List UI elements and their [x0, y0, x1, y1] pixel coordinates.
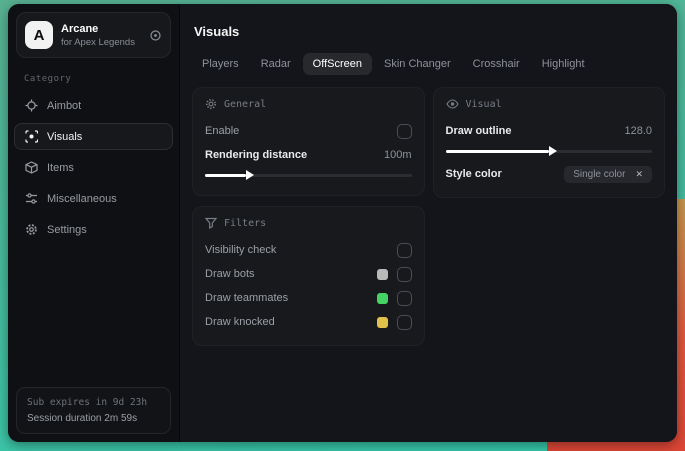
tab-bar: Players Radar OffScreen Skin Changer Cro…: [192, 53, 665, 75]
style-color-dropdown[interactable]: Single color ✕: [564, 165, 652, 183]
draw-outline-label: Draw outline: [445, 125, 512, 137]
style-color-selected-value: Single color: [573, 168, 626, 180]
app-window: A Arcane for Apex Legends Category Aimbo…: [8, 4, 677, 442]
sidebar-item-label: Aimbot: [47, 99, 82, 112]
slider-fill: [205, 170, 255, 180]
draw-teammates-label: Draw teammates: [205, 292, 289, 304]
right-column: Visual Draw outline 128.0 Style color Si…: [432, 87, 665, 198]
main-content: Visuals Players Radar OffScreen Skin Cha…: [180, 4, 677, 442]
general-panel: General Enable Rendering distance 100m: [192, 87, 425, 196]
sidebar-item-label: Items: [47, 161, 74, 174]
app-logo: A: [25, 21, 53, 49]
page-title: Visuals: [194, 24, 240, 39]
eye-icon: [445, 99, 459, 109]
funnel-icon: [205, 217, 217, 229]
box-icon: [25, 161, 38, 174]
sidebar-item-label: Settings: [47, 223, 87, 236]
enable-row: Enable: [205, 120, 412, 142]
draw-knocked-row: Draw knocked: [205, 311, 412, 333]
sidebar-item-visuals[interactable]: Visuals: [14, 123, 173, 150]
panels-area: General Enable Rendering distance 100m F…: [192, 87, 665, 346]
style-color-label: Style color: [445, 168, 502, 180]
general-panel-header: General: [205, 98, 412, 110]
app-title-block: Arcane for Apex Legends: [61, 22, 135, 47]
app-subtitle: for Apex Legends: [61, 36, 135, 48]
tab-highlight[interactable]: Highlight: [532, 53, 595, 75]
left-column: General Enable Rendering distance 100m F…: [192, 87, 425, 346]
sliders-icon: [25, 192, 38, 205]
draw-bots-label: Draw bots: [205, 268, 255, 280]
enable-checkbox[interactable]: [396, 123, 412, 139]
tab-radar[interactable]: Radar: [251, 53, 301, 75]
draw-knocked-color-swatch[interactable]: [376, 316, 388, 328]
close-icon[interactable]: ✕: [635, 169, 643, 180]
sidebar-item-items[interactable]: Items: [14, 154, 173, 181]
visibility-check-checkbox[interactable]: [396, 242, 412, 258]
category-label: Category: [24, 74, 72, 84]
gear-icon: [25, 223, 38, 236]
rendering-distance-slider[interactable]: [205, 169, 412, 181]
eye-scan-icon: [25, 130, 38, 143]
sidebar-item-settings[interactable]: Settings: [14, 216, 173, 243]
filters-panel-title: Filters: [224, 217, 267, 229]
draw-outline-slider[interactable]: [445, 145, 652, 157]
draw-knocked-checkbox[interactable]: [396, 314, 412, 330]
draw-teammates-color-swatch[interactable]: [376, 292, 388, 304]
sidebar-item-miscellaneous[interactable]: Miscellaneous: [14, 185, 173, 212]
visual-panel-title: Visual: [465, 98, 502, 110]
sidebar: A Arcane for Apex Legends Category Aimbo…: [8, 4, 180, 442]
visual-panel: Visual Draw outline 128.0 Style color Si…: [432, 87, 665, 198]
app-name: Arcane: [61, 23, 99, 36]
rendering-distance-value: 100m: [383, 149, 412, 161]
draw-teammates-checkbox[interactable]: [396, 290, 412, 306]
session-duration-text: Session duration 2m 59s: [27, 413, 138, 424]
tab-crosshair[interactable]: Crosshair: [463, 53, 530, 75]
draw-bots-color-swatch[interactable]: [376, 268, 388, 280]
tab-offscreen[interactable]: OffScreen: [302, 53, 372, 75]
general-panel-title: General: [224, 98, 267, 110]
draw-bots-row: Draw bots: [205, 263, 412, 285]
sidebar-item-label: Miscellaneous: [47, 192, 117, 205]
filters-panel: Filters Visibility check Draw bots Draw …: [192, 206, 425, 346]
rendering-distance-row: Rendering distance 100m: [205, 144, 412, 166]
subscription-info-card: Sub expires in 9d 23h Session duration 2…: [16, 387, 171, 434]
filters-panel-header: Filters: [205, 217, 412, 229]
style-color-row: Style color Single color ✕: [445, 163, 652, 185]
app-header-card: A Arcane for Apex Legends: [16, 12, 171, 58]
draw-outline-value: 128.0: [624, 125, 652, 137]
draw-knocked-label: Draw knocked: [205, 316, 275, 328]
visibility-check-label: Visibility check: [205, 244, 277, 256]
target-icon[interactable]: [149, 29, 162, 42]
draw-teammates-row: Draw teammates: [205, 287, 412, 309]
sub-expires-text: Sub expires in 9d 23h: [27, 397, 148, 408]
visual-panel-header: Visual: [445, 98, 653, 110]
crosshair-icon: [25, 99, 38, 112]
sidebar-item-aimbot[interactable]: Aimbot: [14, 92, 173, 119]
draw-outline-row: Draw outline 128.0: [446, 120, 653, 142]
tab-skin-changer[interactable]: Skin Changer: [374, 53, 461, 75]
tab-players[interactable]: Players: [192, 53, 249, 75]
sun-icon: [206, 99, 216, 109]
visibility-check-row: Visibility check: [205, 239, 412, 261]
enable-label: Enable: [205, 125, 240, 137]
slider-fill: [445, 146, 558, 156]
sidebar-item-label: Visuals: [47, 130, 83, 143]
rendering-distance-label: Rendering distance: [205, 149, 308, 161]
draw-bots-checkbox[interactable]: [396, 266, 412, 282]
